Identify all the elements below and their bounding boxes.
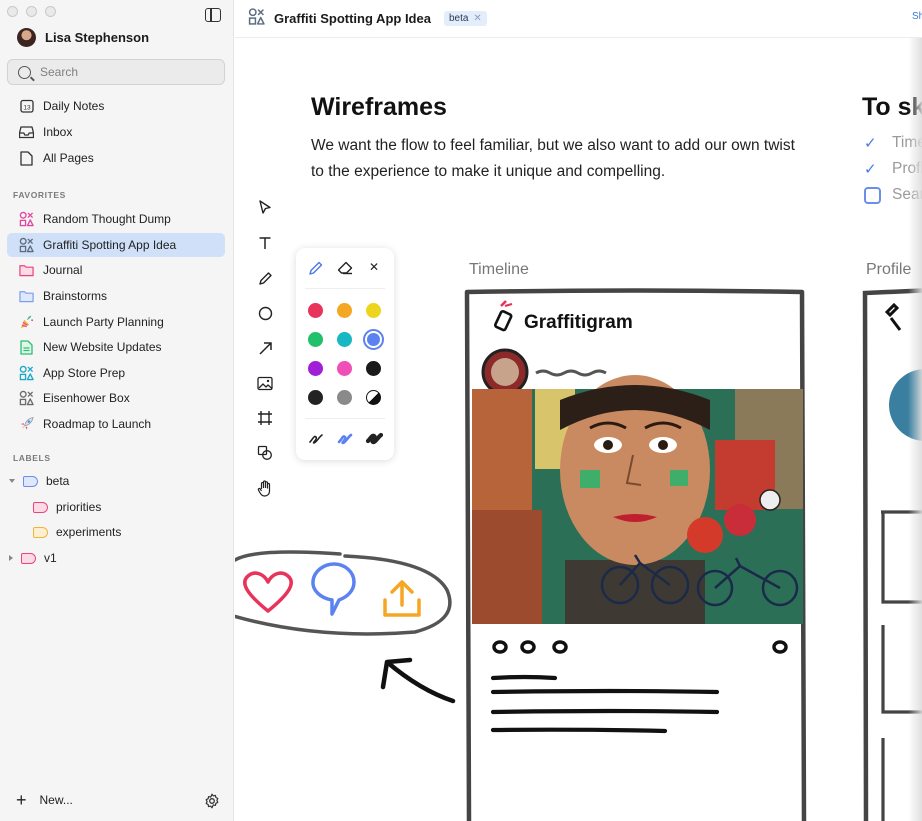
spray-can-logo-icon — [494, 300, 513, 332]
favorite-new-website-updates[interactable]: New Website Updates — [7, 335, 225, 359]
calendar-icon: 13 — [19, 99, 34, 114]
caption-scribble-lines — [490, 674, 720, 734]
comment-bubble-icon — [311, 562, 356, 616]
new-button[interactable]: + New... — [16, 790, 73, 810]
party-popper-icon — [19, 315, 34, 330]
new-label: New... — [39, 793, 73, 807]
user-name: Lisa Stephenson — [45, 30, 150, 45]
favorites-heading: FAVORITES — [13, 190, 66, 200]
favorite-label: Roadmap to Launch — [43, 417, 152, 431]
search-icon — [18, 65, 31, 79]
avatar — [17, 28, 36, 47]
arrow-pointer-sketch — [380, 657, 456, 704]
label-name: priorities — [56, 500, 102, 514]
favorite-label: Brainstorms — [43, 289, 108, 303]
chevron-down-icon[interactable] — [9, 479, 15, 483]
user-menu[interactable]: Lisa Stephenson — [17, 28, 149, 47]
document-icon — [19, 339, 34, 355]
heart-like-icon — [243, 571, 293, 613]
inbox-icon — [19, 125, 34, 140]
favorite-label: Eisenhower Box — [43, 391, 130, 405]
label-experiments[interactable]: experiments — [33, 525, 121, 539]
window-controls — [7, 6, 56, 17]
shapes-icon — [19, 390, 34, 406]
svg-text:13: 13 — [23, 105, 31, 112]
labels-heading: LABELS — [13, 453, 51, 463]
label-tag-icon — [33, 501, 48, 513]
search-box[interactable] — [7, 59, 225, 85]
favorite-label: Launch Party Planning — [43, 315, 164, 329]
zoom-window-button[interactable] — [45, 6, 56, 17]
username-scribble — [535, 369, 607, 377]
label-name: experiments — [56, 525, 122, 539]
shapes-icon — [19, 211, 34, 227]
label-tag-icon — [23, 475, 38, 487]
shapes-icon — [19, 237, 34, 253]
label-beta[interactable]: beta — [9, 474, 69, 488]
settings-gear-icon[interactable] — [204, 793, 220, 809]
sidebar: Lisa Stephenson 13 Daily Notes Inbox All… — [0, 0, 234, 821]
favorite-app-store-prep[interactable]: App Store Prep — [7, 361, 225, 385]
favorite-label: New Website Updates — [43, 340, 162, 354]
label-tag-icon — [21, 552, 36, 564]
favorite-journal[interactable]: Journal — [7, 258, 225, 282]
label-priorities[interactable]: priorities — [33, 500, 101, 514]
label-name: v1 — [44, 551, 57, 565]
favorite-roadmap-to-launch[interactable]: Roadmap to Launch — [7, 412, 225, 436]
label-tag-icon — [33, 526, 48, 538]
label-v1[interactable]: v1 — [9, 551, 57, 565]
graffiti-mural-image — [472, 375, 803, 624]
favorite-random-thought-dump[interactable]: Random Thought Dump — [7, 207, 225, 231]
favorite-label: Journal — [43, 263, 83, 277]
folder-icon — [19, 263, 34, 278]
favorite-label: Random Thought Dump — [43, 212, 171, 226]
chevron-right-icon[interactable] — [9, 555, 13, 561]
favorite-label: App Store Prep — [43, 366, 126, 380]
favorite-graffiti-spotting-app-idea[interactable]: Graffiti Spotting App Idea — [7, 233, 225, 257]
minimize-window-button[interactable] — [26, 6, 37, 17]
nav-label: All Pages — [43, 151, 94, 165]
nav-inbox[interactable]: Inbox — [7, 120, 225, 144]
nav-label: Daily Notes — [43, 99, 105, 113]
favorite-eisenhower-box[interactable]: Eisenhower Box — [7, 386, 225, 410]
page-icon — [19, 150, 34, 166]
nav-all-pages[interactable]: All Pages — [7, 146, 225, 170]
sketch-canvas[interactable] — [235, 0, 922, 821]
search-input[interactable] — [40, 65, 200, 79]
post-actions-sketch — [492, 640, 788, 654]
favorite-launch-party-planning[interactable]: Launch Party Planning — [7, 310, 225, 334]
sidebar-toggle-icon[interactable] — [205, 8, 221, 22]
rocket-icon — [19, 416, 34, 432]
share-upload-icon — [383, 580, 421, 617]
folder-icon — [19, 289, 34, 304]
label-name: beta — [46, 474, 70, 488]
nav-daily-notes[interactable]: 13 Daily Notes — [7, 94, 225, 118]
close-window-button[interactable] — [7, 6, 18, 17]
main-area: Graffiti Spotting App Idea beta ✕ Sh Wir… — [235, 0, 922, 821]
app-name-sketch: Graffitigram — [524, 312, 633, 333]
profile-logo-sketch — [884, 302, 902, 331]
nav-label: Inbox — [43, 125, 73, 139]
plus-icon: + — [16, 790, 27, 810]
favorite-label: Graffiti Spotting App Idea — [43, 238, 177, 252]
scroll-edge-shadow — [908, 38, 922, 821]
favorite-brainstorms[interactable]: Brainstorms — [7, 284, 225, 308]
shapes-icon — [19, 365, 34, 381]
